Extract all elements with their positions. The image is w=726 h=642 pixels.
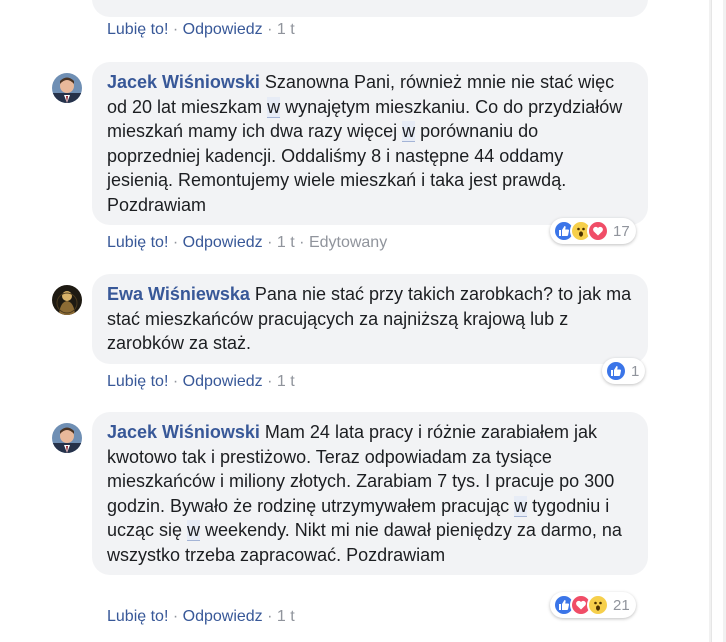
reaction-count: 1	[631, 362, 640, 380]
avatar[interactable]	[52, 423, 82, 453]
avatar-image	[52, 285, 82, 315]
comment-bubble: Jacek Wiśniowski Szanowna Pani, również …	[92, 62, 648, 225]
previous-comment-bubble	[92, 0, 648, 17]
highlighted-word: w	[514, 495, 528, 517]
reaction-summary[interactable]: 17	[550, 218, 636, 244]
comment-bubble: Ewa Wiśniewska Pana nie stać przy takich…	[92, 274, 648, 364]
separator: ·	[267, 373, 273, 390]
highlighted-word: w	[402, 121, 416, 142]
wow-reaction-icon	[587, 594, 609, 616]
comment-actions: Lubię to! · Odpowiedz · 1 t	[107, 21, 295, 39]
reply-link[interactable]: Odpowiedz	[183, 234, 263, 251]
edited-label[interactable]: Edytowany	[309, 234, 387, 251]
avatar[interactable]	[52, 73, 82, 103]
comment-text: Ewa Wiśniewska Pana nie stać przy takich…	[107, 284, 632, 353]
like-link[interactable]: Lubię to!	[107, 373, 168, 390]
like-reaction-icon	[605, 360, 627, 382]
timestamp-link[interactable]: 1 t	[277, 608, 295, 625]
separator: ·	[172, 373, 179, 390]
separator: ·	[172, 234, 179, 251]
reply-link[interactable]: Odpowiedz	[183, 608, 263, 625]
comment-text: Jacek Wiśniowski Szanowna Pani, również …	[107, 72, 623, 215]
separator: ·	[267, 21, 273, 38]
comment-author[interactable]: Jacek Wiśniowski	[107, 72, 260, 92]
highlighted-word: w	[267, 96, 281, 118]
highlighted-word: w	[187, 520, 201, 541]
like-link[interactable]: Lubię to!	[107, 21, 168, 38]
timestamp-link[interactable]: 1 t	[277, 234, 295, 251]
avatar[interactable]	[52, 285, 82, 315]
scrollbar-track[interactable]	[709, 0, 726, 642]
avatar-image	[52, 73, 82, 103]
reaction-count: 17	[613, 222, 630, 240]
comment-actions: Lubię to! · Odpowiedz · 1 t · Edytowany	[107, 234, 387, 252]
separator: ·	[299, 234, 305, 251]
love-reaction-icon	[587, 220, 609, 242]
separator: ·	[172, 608, 179, 625]
reply-link[interactable]: Odpowiedz	[183, 21, 263, 38]
avatar-image	[52, 423, 82, 453]
reaction-summary[interactable]: 21	[550, 592, 636, 618]
like-link[interactable]: Lubię to!	[107, 608, 168, 625]
comment-actions: Lubię to! · Odpowiedz · 1 t	[107, 373, 295, 391]
reaction-count: 21	[613, 596, 630, 614]
reply-link[interactable]: Odpowiedz	[183, 373, 263, 390]
timestamp-link[interactable]: 1 t	[277, 21, 295, 38]
timestamp-link[interactable]: 1 t	[277, 373, 295, 390]
comment-text: Jacek Wiśniowski Mam 24 lata pracy i róż…	[107, 422, 622, 565]
like-link[interactable]: Lubię to!	[107, 234, 168, 251]
separator: ·	[172, 21, 179, 38]
scrollbar-thumb[interactable]	[711, 0, 723, 642]
comment-bubble: Jacek Wiśniowski Mam 24 lata pracy i róż…	[92, 412, 648, 575]
separator: ·	[267, 608, 273, 625]
separator: ·	[267, 234, 273, 251]
reaction-summary[interactable]: 1	[602, 358, 646, 384]
comment-author[interactable]: Ewa Wiśniewska	[107, 284, 250, 304]
comment-author[interactable]: Jacek Wiśniowski	[107, 422, 260, 442]
comment-actions: Lubię to! · Odpowiedz · 1 t	[107, 608, 295, 626]
